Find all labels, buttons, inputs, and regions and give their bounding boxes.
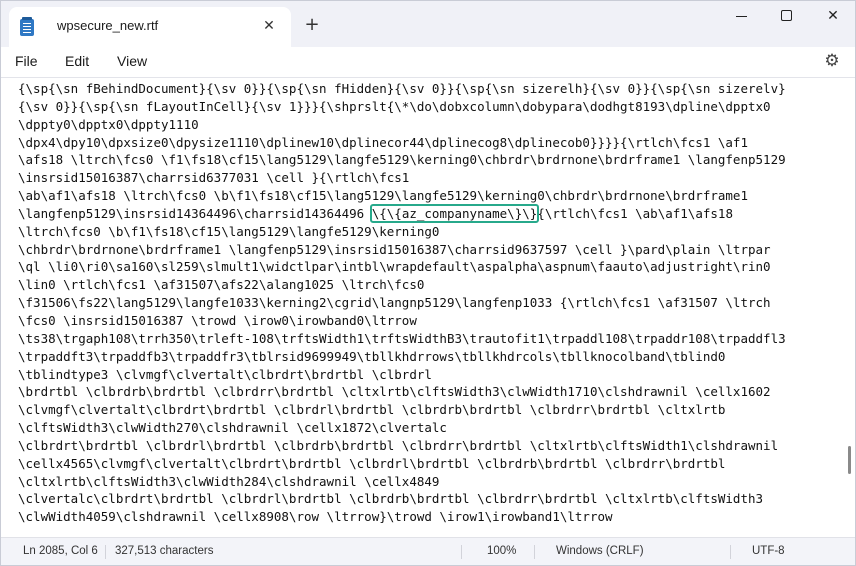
vertical-scrollbar[interactable]: [845, 78, 855, 537]
highlighted-placeholder: \{\{az_companyname\}\}: [369, 203, 540, 223]
maximize-icon: [781, 10, 792, 21]
divider: [105, 545, 106, 559]
encoding[interactable]: UTF-8: [752, 545, 785, 557]
title-bar: wpsecure_new.rtf ✕ + ✕: [1, 1, 855, 47]
text-line: \fcs0 \insrsid15016387 \trowd \irow0\iro…: [18, 312, 417, 328]
text-line: \insrsid15016387\charrsid6377031 \cell }…: [18, 170, 410, 186]
text-line: \cellx4565\clvmgf\clvertalt\clbrdrt\brdr…: [18, 455, 726, 471]
text-line: \ql \li0\ri0\sa160\sl259\slmult1\widctlp…: [18, 259, 771, 275]
text-line: \afs18 \ltrch\fcs0 \f1\fs18\cf15\lang512…: [18, 152, 786, 168]
close-icon[interactable]: ✕: [259, 16, 279, 36]
cursor-position[interactable]: Ln 2085, Col 6: [23, 545, 98, 557]
scroll-thumb[interactable]: [848, 446, 851, 474]
menu-edit[interactable]: Edit: [65, 53, 89, 69]
minimize-icon: [736, 16, 747, 17]
text-line: \clvmgf\clvertalt\clbrdrt\brdrtbl \clbrd…: [18, 402, 726, 418]
status-bar: Ln 2085, Col 6 327,513 characters 100% W…: [1, 537, 855, 565]
gear-icon[interactable]: ⚙: [823, 52, 841, 70]
text-line: \f31506\fs22\lang5129\langfe1033\kerning…: [18, 295, 771, 311]
text-line: \ts38\trgaph108\trrh350\trleft-108\trfts…: [18, 330, 786, 346]
notepad-window: wpsecure_new.rtf ✕ + ✕ File Edit View ⚙ …: [0, 0, 856, 566]
text-line: \cltxlrtb\clftsWidth3\clwWidth284\clshdr…: [18, 473, 440, 489]
divider: [461, 545, 462, 559]
text-line: \clvertalc\clbrdrt\brdrtbl \clbrdrl\brdr…: [18, 491, 764, 507]
text-line: \dppty0\dpptx0\dppty1110: [18, 116, 199, 132]
menu-bar: File Edit View ⚙: [1, 47, 855, 77]
tab-title: wpsecure_new.rtf: [57, 18, 159, 33]
text-line: \lin0 \rtlch\fcs1 \af31507\afs22\alang10…: [18, 277, 425, 293]
text-line: {\sp{\sn fBehindDocument}{\sv 0}}{\sp{\s…: [18, 81, 786, 96]
notepad-icon: [20, 17, 34, 36]
maximize-button[interactable]: [764, 1, 810, 33]
text-line: \clwWidth4059\clshdrawnil \cellx8908\row…: [18, 509, 613, 525]
menu-view[interactable]: View: [117, 53, 147, 69]
character-count: 327,513 characters: [115, 545, 214, 557]
divider: [534, 545, 535, 559]
text-segment: {\rtlch\fcs1 \ab\af1\afs18: [537, 205, 733, 221]
menu-file[interactable]: File: [15, 53, 38, 69]
document-tab[interactable]: wpsecure_new.rtf ✕: [9, 7, 291, 47]
text-line: \dpx4\dpy10\dpxsize0\dpysize1110\dplinew…: [18, 134, 748, 150]
text-line: \trpaddft3\trpaddfb3\trpaddfr3\tblrsid96…: [18, 348, 726, 364]
minimize-button[interactable]: [718, 1, 764, 33]
close-window-button[interactable]: ✕: [810, 1, 856, 33]
divider: [730, 545, 731, 559]
text-line: \tblindtype3 \clvmgf\clvertalt\clbrdrt\b…: [18, 366, 432, 382]
text-line: \chbrdr\brdrnone\brdrframe1 \langfenp512…: [18, 241, 771, 257]
text-line: \brdrtbl \clbrdrb\brdrtbl \clbrdrr\brdrt…: [18, 384, 771, 400]
plus-icon[interactable]: +: [301, 15, 323, 37]
text-line: \clftsWidth3\clwWidth270\clshdrawnil \ce…: [18, 420, 447, 436]
text-editor[interactable]: {\sp{\sn fBehindDocument}{\sv 0}}{\sp{\s…: [1, 77, 855, 537]
text-line: {\sv 0}}{\sp{\sn fLayoutInCell}{\sv 1}}}…: [18, 98, 771, 114]
text-segment: \langfenp5129\insrsid14364496\charrsid14…: [18, 205, 372, 221]
text-line: \ab\af1\afs18 \ltrch\fcs0 \b\f1\fs18\cf1…: [18, 188, 748, 204]
close-icon: ✕: [827, 8, 839, 24]
text-line: \clbrdrt\brdrtbl \clbrdrl\brdrtbl \clbrd…: [18, 437, 779, 453]
text-line: \langfenp5129\insrsid14364496\charrsid14…: [18, 203, 786, 223]
zoom-level[interactable]: 100%: [487, 545, 516, 557]
line-ending[interactable]: Windows (CRLF): [556, 545, 644, 557]
text-line: \ltrch\fcs0 \b\f1\fs18\cf15\lang5129\lan…: [18, 223, 440, 239]
editor-text: {\sp{\sn fBehindDocument}{\sv 0}}{\sp{\s…: [18, 80, 786, 526]
